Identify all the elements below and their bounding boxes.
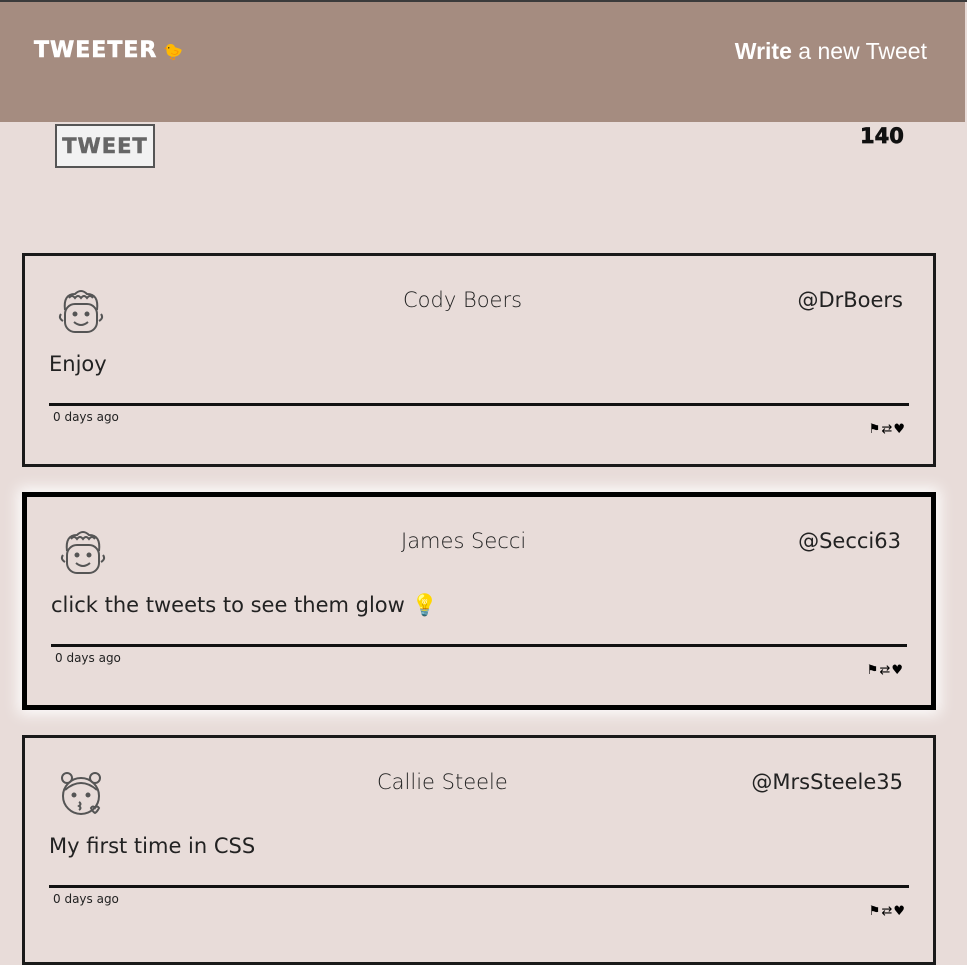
tweet-content: My first time in CSS — [49, 834, 256, 858]
tweet-author-handle: @DrBoers — [797, 288, 903, 312]
brand-name: TWEETER — [34, 38, 158, 64]
tweet-author-handle: @MrsSteele35 — [751, 770, 903, 794]
tweet-card[interactable]: Callie Steele @MrsSteele35 My first time… — [22, 735, 936, 965]
navbar: TWEETER 🐤 Write a new Tweet — [0, 2, 965, 122]
brand-logo[interactable]: TWEETER 🐤 — [34, 38, 185, 64]
kissing-face-with-buns-icon — [61, 772, 101, 815]
tweet-divider — [49, 403, 909, 406]
tweet-actions: ⚑ ⇄ ♥ — [869, 423, 905, 437]
retweet-icon[interactable]: ⇄ — [879, 664, 890, 678]
flag-icon[interactable]: ⚑ — [869, 905, 881, 919]
heart-icon[interactable]: ♥ — [891, 664, 903, 678]
retweet-icon[interactable]: ⇄ — [881, 423, 892, 437]
tweet-submit-button[interactable]: TWEET — [55, 124, 155, 168]
curly-hair-face-icon — [60, 531, 106, 574]
write-link-bold: Write — [734, 38, 792, 64]
tweet-card[interactable]: James Secci @Secci63 click the tweets to… — [22, 492, 936, 710]
char-counter: 140 — [860, 124, 905, 149]
chick-icon: 🐤 — [163, 42, 185, 61]
tweet-content: click the tweets to see them glow 💡 — [51, 593, 438, 617]
tweet-timestamp: 0 days ago — [53, 410, 119, 424]
flag-icon[interactable]: ⚑ — [869, 423, 881, 437]
tweet-actions: ⚑ ⇄ ♥ — [867, 664, 903, 678]
tweet-author-name: James Secci — [401, 529, 527, 553]
tweet-timestamp: 0 days ago — [53, 892, 119, 906]
tweet-divider — [49, 885, 909, 888]
heart-icon[interactable]: ♥ — [893, 905, 905, 919]
write-link-rest: a new Tweet — [791, 38, 927, 64]
tweet-author-name: Cody Boers — [403, 288, 523, 312]
tweet-divider — [51, 644, 907, 647]
tweet-author-name: Callie Steele — [377, 770, 508, 794]
flag-icon[interactable]: ⚑ — [867, 664, 879, 678]
tweet-card[interactable]: Cody Boers @DrBoers Enjoy 0 days ago ⚑ ⇄… — [22, 253, 936, 467]
write-new-tweet-link[interactable]: Write a new Tweet — [735, 38, 927, 65]
retweet-icon[interactable]: ⇄ — [881, 905, 892, 919]
tweet-timestamp: 0 days ago — [55, 651, 121, 665]
curly-hair-face-icon — [58, 290, 104, 333]
tweet-author-handle: @Secci63 — [798, 529, 901, 553]
heart-icon[interactable]: ♥ — [893, 423, 905, 437]
tweet-actions: ⚑ ⇄ ♥ — [869, 905, 905, 919]
tweet-content: Enjoy — [49, 352, 107, 376]
